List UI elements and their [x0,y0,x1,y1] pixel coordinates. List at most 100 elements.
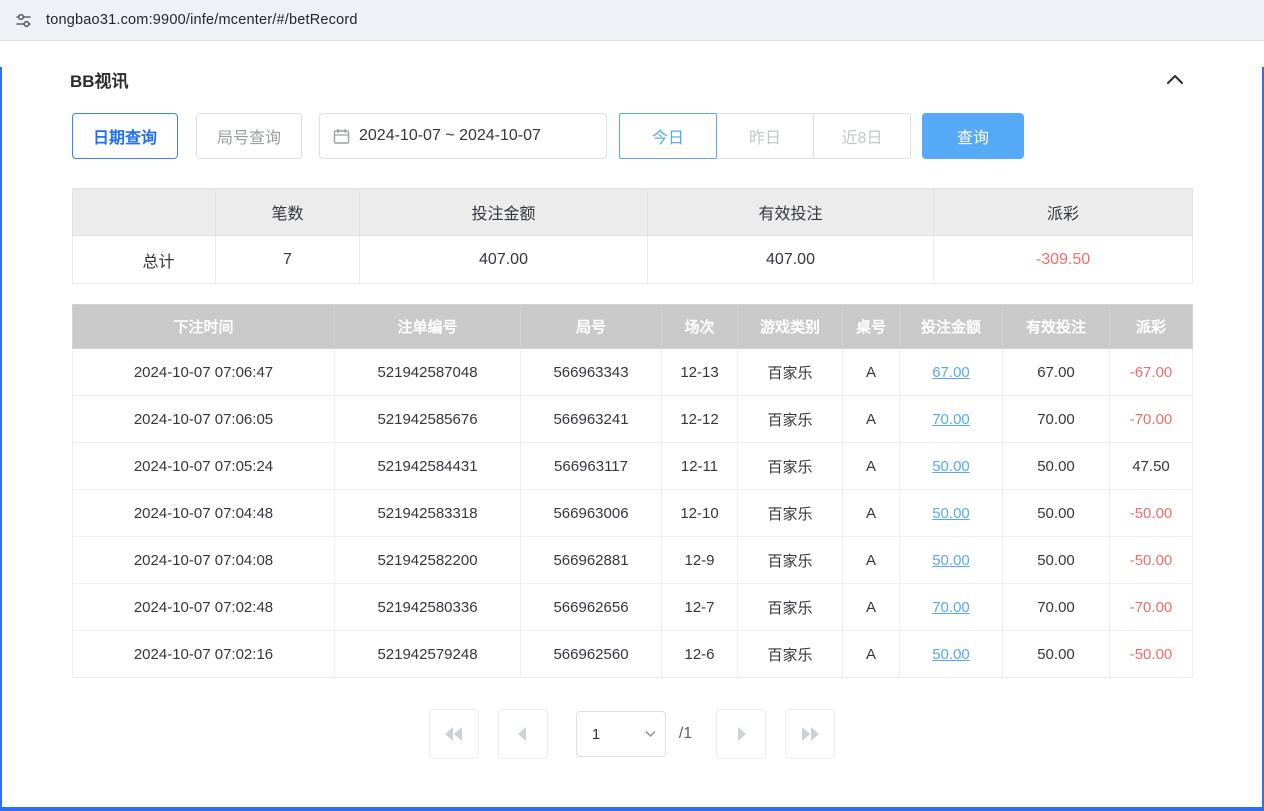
right-arrow-icon [730,725,752,743]
page-title: BB视讯 [70,67,129,92]
summary-bet-amount-value: 407.00 [360,236,648,284]
payout-cell: -67.00 [1110,349,1193,396]
session-cell: 12-7 [662,584,738,631]
game-type-cell: 百家乐 [738,349,843,396]
prev-page-button[interactable] [498,709,548,759]
search-button[interactable]: 查询 [922,113,1024,159]
order-id-cell: 521942583318 [335,490,521,537]
payout-value: -50.00 [1130,646,1173,663]
round-no-cell: 566963117 [521,443,662,490]
bet-record-panel: BB视讯 日期查询 局号查询 2024-10-07 ~ 2024-10-07 [0,67,1264,811]
bet-amount-cell: 50.00 [900,631,1003,678]
order-id-cell: 521942585676 [335,396,521,443]
game-type-cell: 百家乐 [738,631,843,678]
table-no-cell: A [843,396,900,443]
table-row: 2024-10-07 07:04:08 521942582200 5669628… [73,537,1193,584]
bet-time-cell: 2024-10-07 07:04:48 [73,490,335,537]
payout-value: 47.50 [1132,458,1170,475]
collapse-panel-button[interactable] [1162,70,1188,89]
header-table-no: 桌号 [843,305,900,349]
bet-time-cell: 2024-10-07 07:06:47 [73,349,335,396]
first-page-button[interactable] [429,709,479,759]
table-row: 2024-10-07 07:05:24 521942584431 5669631… [73,443,1193,490]
valid-bet-cell: 50.00 [1003,631,1110,678]
table-no-cell: A [843,537,900,584]
table-no-cell: A [843,631,900,678]
payout-value: -67.00 [1130,364,1173,381]
game-type-cell: 百家乐 [738,396,843,443]
table-no-cell: A [843,490,900,537]
chevron-up-icon [1166,74,1184,85]
bet-amount-link[interactable]: 70.00 [932,599,970,616]
header-bet-time: 下注时间 [73,305,335,349]
next-page-button[interactable] [716,709,766,759]
game-type-cell: 百家乐 [738,443,843,490]
pagination: 1 /1 [2,709,1262,759]
round-no-cell: 566962656 [521,584,662,631]
bet-amount-link[interactable]: 67.00 [932,364,970,381]
valid-bet-cell: 50.00 [1003,537,1110,584]
url-text[interactable]: tongbao31.com:9900/infe/mcenter/#/betRec… [46,12,358,28]
date-range-picker[interactable]: 2024-10-07 ~ 2024-10-07 [319,113,607,159]
game-type-cell: 百家乐 [738,490,843,537]
valid-bet-cell: 50.00 [1003,490,1110,537]
today-button[interactable]: 今日 [619,113,717,159]
bet-time-cell: 2024-10-07 07:02:16 [73,631,335,678]
left-arrow-icon [512,725,534,743]
summary-valid-bet-value: 407.00 [648,236,934,284]
date-query-tab[interactable]: 日期查询 [72,113,178,159]
bet-time-cell: 2024-10-07 07:05:24 [73,443,335,490]
calendar-icon [333,128,350,145]
summary-total-label: 总计 [73,236,216,284]
browser-address-bar[interactable]: tongbao31.com:9900/infe/mcenter/#/betRec… [0,0,1264,41]
last-8-days-button[interactable]: 近8日 [813,113,911,159]
payout-cell: 47.50 [1110,443,1193,490]
bet-amount-link[interactable]: 50.00 [932,646,970,663]
bet-amount-cell: 50.00 [900,490,1003,537]
site-info-icon[interactable] [14,11,33,30]
bet-amount-link[interactable]: 50.00 [932,458,970,475]
payout-cell: -50.00 [1110,490,1193,537]
round-query-tab[interactable]: 局号查询 [196,113,302,159]
bet-amount-link[interactable]: 50.00 [932,552,970,569]
summary-header-bet-amount: 投注金额 [360,189,648,236]
header-valid-bet: 有效投注 [1003,305,1110,349]
valid-bet-cell: 67.00 [1003,349,1110,396]
round-no-cell: 566963343 [521,349,662,396]
last-page-button[interactable] [785,709,835,759]
table-row: 2024-10-07 07:02:48 521942580336 5669626… [73,584,1193,631]
table-row: 2024-10-07 07:02:16 521942579248 5669625… [73,631,1193,678]
valid-bet-cell: 70.00 [1003,396,1110,443]
summary-total-row: 总计 7 407.00 407.00 -309.50 [73,236,1193,284]
table-row: 2024-10-07 07:04:48 521942583318 5669630… [73,490,1193,537]
payout-value: -50.00 [1130,505,1173,522]
summary-table: 笔数 投注金额 有效投注 派彩 总计 7 407.00 407.00 -309.… [72,188,1193,284]
date-range-value: 2024-10-07 ~ 2024-10-07 [359,127,541,145]
session-cell: 12-11 [662,443,738,490]
bet-time-cell: 2024-10-07 07:06:05 [73,396,335,443]
page-select[interactable]: 1 [577,712,665,756]
bet-amount-link[interactable]: 50.00 [932,505,970,522]
summary-header-blank [73,189,216,236]
round-no-cell: 566962560 [521,631,662,678]
valid-bet-cell: 50.00 [1003,443,1110,490]
order-id-cell: 521942582200 [335,537,521,584]
round-no-cell: 566963006 [521,490,662,537]
order-id-cell: 521942587048 [335,349,521,396]
bet-time-cell: 2024-10-07 07:02:48 [73,584,335,631]
table-no-cell: A [843,443,900,490]
page-select-wrapper: 1 [576,711,666,757]
payout-value: -50.00 [1130,552,1173,569]
round-no-cell: 566963241 [521,396,662,443]
payout-value: -70.00 [1130,411,1173,428]
table-no-cell: A [843,349,900,396]
order-id-cell: 521942579248 [335,631,521,678]
bet-amount-cell: 50.00 [900,443,1003,490]
header-bet-amount: 投注金额 [900,305,1003,349]
table-no-cell: A [843,584,900,631]
bet-amount-cell: 70.00 [900,396,1003,443]
double-left-arrow-icon [443,725,465,743]
bet-amount-link[interactable]: 70.00 [932,411,970,428]
summary-count-value: 7 [216,236,360,284]
yesterday-button[interactable]: 昨日 [716,113,814,159]
